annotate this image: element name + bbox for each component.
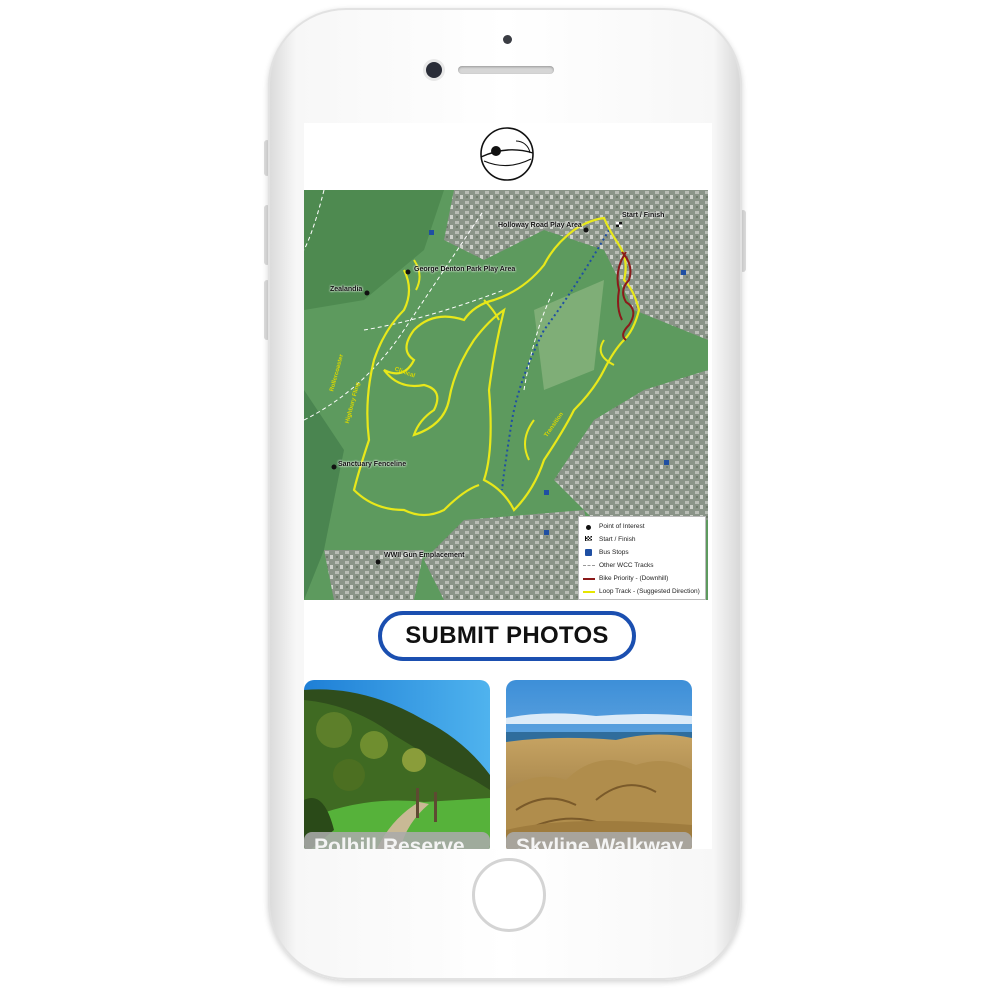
front-camera-icon [426,62,442,78]
trail-map[interactable]: Start / Finish Holloway Road Play Area G… [304,190,708,600]
submit-photos-button[interactable]: SUBMIT PHOTOS [378,611,636,661]
legend-label: Other WCC Tracks [599,562,654,569]
yellow-line-icon [583,588,595,596]
location-card-polhill[interactable]: Polhill Reserve [304,680,490,849]
device-mockup: Start / Finish Holloway Road Play Area G… [0,0,1000,1000]
location-card-skyline[interactable]: Skyline Walkway [506,680,692,849]
map-label-start-finish: Start / Finish [622,212,665,219]
skyline-photo [506,680,692,849]
point-of-interest-icon [583,523,595,531]
map-label-sanctuary-fenceline: Sanctuary Fenceline [338,461,407,468]
earpiece-speaker [458,66,554,74]
legend-label: Loop Track - (Suggested Direction) [599,588,700,595]
circle-eye-logo-icon[interactable] [476,123,538,185]
legend-row-bike-priority: Bike Priority - (Downhill) [583,572,701,585]
home-button[interactable] [472,858,546,932]
legend-label: Bus Stops [599,549,629,556]
checkered-flag-icon [583,535,595,544]
proximity-sensor [503,35,512,44]
map-legend: Point of Interest Start / Finish Bus Sto… [578,516,706,600]
legend-label: Bike Priority - (Downhill) [599,575,669,582]
polhill-photo [304,680,490,849]
legend-row-other-tracks: Other WCC Tracks [583,559,701,572]
map-label-holloway: Holloway Road Play Area [498,222,582,229]
map-label-wwii: WWII Gun Emplacement [384,552,465,559]
legend-row-start-finish: Start / Finish [583,533,701,546]
card-title: Polhill Reserve [304,832,490,849]
map-label-george-denton: George Denton Park Play Area [414,266,516,273]
dashed-line-icon [583,562,595,570]
legend-row-bus-stops: Bus Stops [583,546,701,559]
legend-row-poi: Point of Interest [583,520,701,533]
app-screen: Start / Finish Holloway Road Play Area G… [304,123,712,849]
legend-label: Start / Finish [599,536,636,543]
bus-stop-icon [583,548,595,557]
legend-row-loop-track: Loop Track - (Suggested Direction) [583,585,701,598]
map-label-zealandia: Zealandia [330,286,363,293]
red-line-icon [583,575,595,583]
legend-label: Point of Interest [599,523,645,530]
card-title: Skyline Walkway [506,832,692,849]
